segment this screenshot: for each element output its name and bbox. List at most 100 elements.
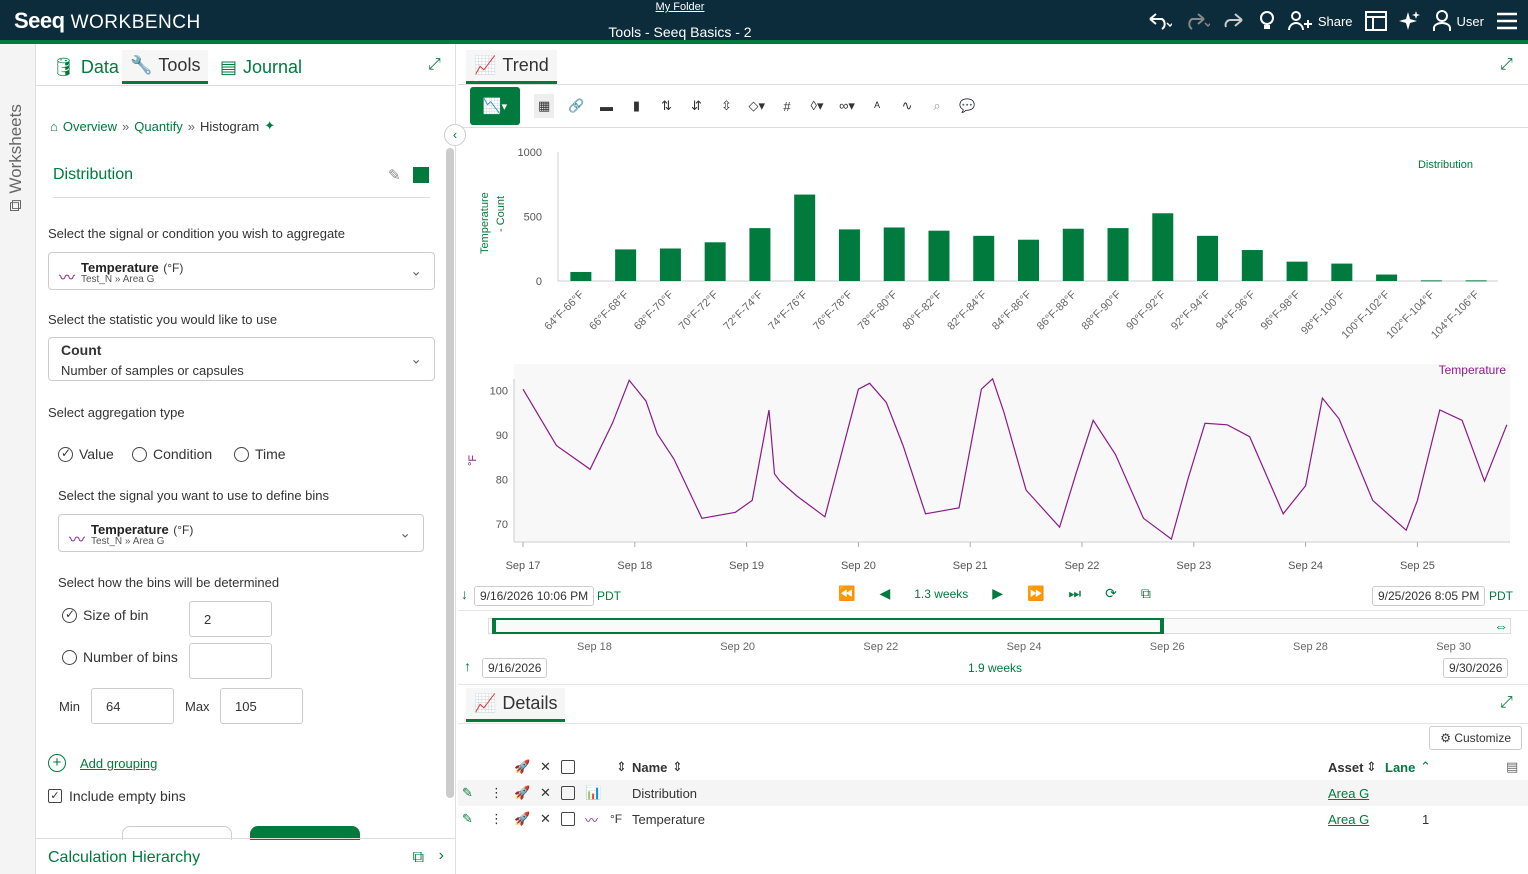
lightbulb-icon[interactable] [1258, 10, 1276, 32]
tab-trend[interactable]: 📈 Trend [466, 50, 557, 84]
hamburger-menu-icon[interactable] [1496, 12, 1518, 30]
radio-value[interactable]: Value [58, 446, 114, 462]
row-checkbox[interactable] [561, 812, 575, 826]
row-asset-link[interactable]: Area G [1328, 786, 1369, 801]
chevron-right-icon[interactable]: › [439, 847, 444, 865]
expand-icon[interactable]: ⤢ [1500, 56, 1513, 74]
share-button[interactable]: Share [1287, 10, 1353, 32]
drop-icon[interactable]: ◊▾ [809, 94, 825, 118]
radio-condition[interactable]: Condition [132, 446, 212, 462]
tab-data[interactable]: 🛢 Data [44, 50, 127, 84]
tab-tools[interactable]: 🔧 Tools [122, 50, 209, 84]
tool-name[interactable]: Distribution [53, 166, 133, 184]
more-options-icon[interactable]: ⋮ [490, 811, 503, 827]
fit-range-icon[interactable]: ⇔ [1494, 618, 1508, 634]
arrow-down-icon[interactable]: ↓ [461, 586, 468, 602]
rocket-icon[interactable]: 🚀 [514, 811, 530, 827]
pencil-icon[interactable]: ✎ [388, 166, 401, 184]
bin-count-input[interactable] [189, 643, 272, 679]
name-column-header[interactable]: Name [632, 760, 667, 775]
bins-signal-select[interactable]: 〰 Temperature (°F) Test_N » Area G ⌄ [58, 514, 424, 552]
tab-journal[interactable]: ▤ Journal [212, 50, 310, 84]
user-button[interactable]: User [1432, 10, 1484, 32]
external-link-icon[interactable]: ⧉ [413, 849, 424, 867]
stack-icon[interactable]: ▬ [598, 94, 614, 118]
zoom-icon[interactable]: ⌕ [929, 94, 945, 118]
more-options-icon[interactable]: ⋮ [490, 785, 503, 801]
worksheets-rail[interactable]: ⧉ Worksheets [0, 44, 36, 874]
bookmark-icon[interactable]: ▮ [628, 94, 644, 118]
tab-details[interactable]: 📈 Details [466, 688, 566, 722]
overview-selection[interactable] [492, 618, 1164, 634]
copy-range-icon[interactable]: ⧉ [1141, 585, 1151, 602]
temperature-trend-chart[interactable]: 100 90 80 70 °F Temperature Sep 17 Sep 18 Sep 19… [458, 362, 1528, 572]
undo-icon[interactable] [1146, 11, 1172, 31]
sparkle-icon[interactable] [1398, 10, 1421, 32]
start-time-input[interactable]: 9/16/2026 10:06 PM [474, 586, 595, 606]
table-row[interactable]: ✎ ⋮ 🚀 ✕ 📊 Distribution Area G [458, 780, 1528, 806]
add-grouping-button[interactable]: + Add grouping [48, 754, 157, 772]
duration-display[interactable]: 1.3 weeks [914, 587, 968, 601]
annotate-icon[interactable]: ᴬ [869, 94, 885, 118]
layout-icon[interactable] [1364, 11, 1387, 31]
collapse-panel-button[interactable]: ‹ [444, 124, 466, 146]
column-settings-icon[interactable]: ▤ [1506, 759, 1518, 775]
axis-align-icon[interactable]: ⇵ [688, 94, 704, 118]
statistic-select[interactable]: Count Number of samples or capsules ⌄ [48, 337, 435, 381]
radio-number-of-bins[interactable]: Number of bins [62, 649, 178, 665]
axis-range-icon[interactable]: ⇳ [718, 94, 734, 118]
start-timezone[interactable]: PDT [597, 589, 621, 603]
forward-icon[interactable] [1222, 11, 1246, 31]
close-icon[interactable]: ✕ [540, 811, 551, 827]
overview-end-input[interactable]: 9/30/2026 [1443, 658, 1509, 678]
max-input[interactable]: 105 [220, 688, 303, 724]
step-back-icon[interactable]: ◀ [879, 585, 890, 602]
customize-button[interactable]: ⚙ Customize [1429, 726, 1522, 750]
end-time-input[interactable]: 9/25/2026 8:05 PM [1372, 586, 1486, 606]
breadcrumb-overview[interactable]: Overview [63, 119, 117, 134]
lane-column-header[interactable]: Lane [1385, 760, 1415, 775]
rocket-icon[interactable]: 🚀 [514, 759, 530, 775]
grid-icon[interactable]: # [779, 94, 795, 118]
rocket-icon[interactable]: 🚀 [514, 785, 530, 801]
histogram-chart[interactable]: 1000 500 0 Temperature - Count Distribution 64… [458, 134, 1528, 364]
bin-size-input[interactable]: 2 [189, 601, 272, 637]
calculation-hierarchy-bar[interactable]: Calculation Hierarchy ⧉ › [36, 838, 456, 874]
include-empty-bins-checkbox[interactable]: ✓ Include empty bins [48, 788, 186, 804]
overview-start-input[interactable]: 9/16/2026 [482, 658, 548, 678]
table-icon[interactable]: ▦ [534, 94, 555, 118]
color-picker-swatch[interactable] [413, 167, 429, 183]
pencil-icon[interactable]: ✎ [462, 811, 473, 827]
step-back-fast-icon[interactable]: ⏪ [838, 585, 855, 602]
overview-duration[interactable]: 1.9 weeks [968, 661, 1022, 675]
view-mode-button[interactable]: 📉 ▾ [470, 87, 520, 125]
table-row[interactable]: ✎ ⋮ 🚀 ✕ 〰 °F Temperature Area G 1 [458, 806, 1528, 832]
expand-icon[interactable]: ⤢ [428, 56, 441, 74]
redo-icon[interactable] [1184, 11, 1210, 31]
sparkle-icon[interactable]: ✦ [264, 118, 275, 134]
pencil-icon[interactable]: ✎ [462, 785, 473, 801]
select-all-checkbox[interactable] [561, 760, 575, 774]
line-style-icon[interactable]: ∞▾ [839, 94, 855, 118]
label-icon[interactable]: ◇▾ [748, 94, 765, 118]
end-timezone[interactable]: PDT [1489, 589, 1513, 603]
radio-size-of-bin[interactable]: Size of bin [62, 607, 148, 623]
refresh-icon[interactable]: ⟳ [1105, 585, 1117, 602]
comment-icon[interactable]: 💬 [959, 94, 975, 118]
arrow-up-icon[interactable]: ↑ [464, 658, 471, 674]
signal-style-icon[interactable]: ∿ [899, 94, 915, 118]
row-checkbox[interactable] [561, 786, 575, 800]
expand-icon[interactable]: ⤢ [1500, 694, 1513, 712]
panel-scrollbar[interactable] [446, 148, 454, 798]
close-icon[interactable]: ✕ [540, 759, 551, 775]
breadcrumb-quantify[interactable]: Quantify [134, 119, 182, 134]
min-input[interactable]: 64 [91, 688, 174, 724]
signal-select[interactable]: 〰 Temperature (°F) Test_N » Area G ⌄ [48, 252, 435, 290]
step-forward-fast-icon[interactable]: ⏩ [1027, 585, 1044, 602]
asset-column-header[interactable]: Asset [1328, 760, 1363, 775]
close-icon[interactable]: ✕ [540, 785, 551, 801]
now-icon[interactable]: ⏭ [1068, 585, 1081, 602]
step-forward-icon[interactable]: ▶ [992, 585, 1003, 602]
row-asset-link[interactable]: Area G [1328, 812, 1369, 827]
axis-up-icon[interactable]: ⇅ [658, 94, 674, 118]
